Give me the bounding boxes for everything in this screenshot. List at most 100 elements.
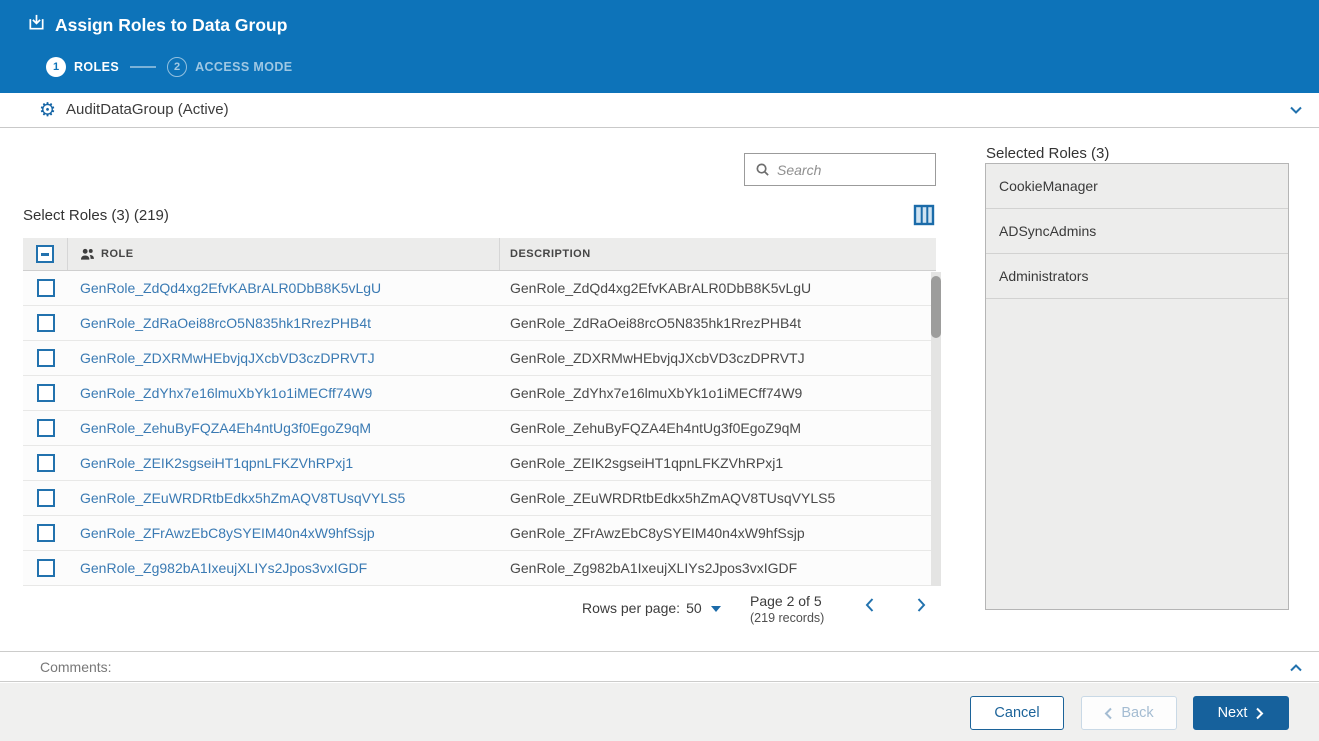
table-header-row: ROLE DESCRIPTION [23, 238, 936, 271]
row-checkbox-cell [23, 314, 68, 332]
table-row: GenRole_ZEuWRDRtbEdkx5hZmAQV8TUsqVYLS5 G… [23, 481, 936, 516]
role-description: GenRole_ZDXRMwHEbvjqJXcbVD3czDPRVTJ [500, 350, 936, 366]
role-link[interactable]: GenRole_ZehuByFQZA4Eh4ntUg3f0EgoZ9qM [68, 420, 500, 436]
row-checkbox-cell [23, 524, 68, 542]
role-link[interactable]: GenRole_ZDXRMwHEbvjqJXcbVD3czDPRVTJ [68, 350, 500, 366]
role-link[interactable]: GenRole_ZdRaOei88rcO5N835hk1RrezPHB4t [68, 315, 500, 331]
table-row: GenRole_ZDXRMwHEbvjqJXcbVD3czDPRVTJ GenR… [23, 341, 936, 376]
table-row: GenRole_ZEIK2sgseiHT1qpnLFKZVhRPxj1 GenR… [23, 446, 936, 481]
header-checkbox-cell [23, 238, 68, 270]
data-group-name: AuditDataGroup (Active) [66, 101, 229, 118]
back-button[interactable]: Back [1081, 696, 1177, 730]
search-icon [755, 162, 770, 177]
assign-roles-dialog: Assign Roles to Data Group 1 ROLES 2 ACC… [0, 0, 1319, 741]
description-header-label: DESCRIPTION [510, 248, 591, 260]
page-label: Page 2 of 5 [750, 593, 824, 609]
role-link[interactable]: GenRole_ZEIK2sgseiHT1qpnLFKZVhRPxj1 [68, 455, 500, 471]
dialog-footer: Cancel Back Next [0, 683, 1319, 741]
role-header-label: ROLE [101, 248, 134, 260]
back-label: Back [1121, 705, 1153, 721]
row-checkbox-cell [23, 489, 68, 507]
step-1-circle: 1 [46, 57, 66, 77]
assign-roles-icon [27, 13, 46, 37]
role-column-header[interactable]: ROLE [68, 238, 500, 270]
table-scrollbar-track[interactable] [931, 272, 941, 586]
role-link[interactable]: GenRole_ZdYhx7e16lmuXbYk1o1iMECff74W9 [68, 385, 500, 401]
select-all-checkbox[interactable] [36, 245, 54, 263]
group-status-text: (Active) [178, 101, 229, 118]
description-column-header[interactable]: DESCRIPTION [500, 238, 936, 270]
role-description: GenRole_ZEuWRDRtbEdkx5hZmAQV8TUsqVYLS5 [500, 490, 936, 506]
role-description: GenRole_ZdYhx7e16lmuXbYk1o1iMECff74W9 [500, 385, 936, 401]
role-link[interactable]: GenRole_ZEuWRDRtbEdkx5hZmAQV8TUsqVYLS5 [68, 490, 500, 506]
row-checkbox-cell [23, 384, 68, 402]
step-2-circle: 2 [167, 57, 187, 77]
role-description: GenRole_ZEIK2sgseiHT1qpnLFKZVhRPxj1 [500, 455, 936, 471]
data-group-context-bar: ⚙ AuditDataGroup (Active) [0, 93, 1319, 128]
role-description: GenRole_Zg982bA1IxeujXLIYs2Jpos3vxIGDF [500, 560, 936, 576]
table-row: GenRole_Zg982bA1IxeujXLIYs2Jpos3vxIGDF G… [23, 551, 936, 586]
role-link[interactable]: GenRole_ZFrAwzEbC8ySYEIM40n4xW9hfSsjp [68, 525, 500, 541]
step-access-mode[interactable]: 2 ACCESS MODE [167, 57, 292, 77]
table-row: GenRole_ZdYhx7e16lmuXbYk1o1iMECff74W9 Ge… [23, 376, 936, 411]
page-info: Page 2 of 5 (219 records) [750, 593, 824, 625]
cancel-label: Cancel [994, 705, 1039, 721]
search-input[interactable] [777, 162, 917, 178]
row-checkbox[interactable] [37, 314, 55, 332]
table-row: GenRole_ZehuByFQZA4Eh4ntUg3f0EgoZ9qM Gen… [23, 411, 936, 446]
row-checkbox[interactable] [37, 384, 55, 402]
page-title-row: Assign Roles to Data Group [27, 13, 287, 37]
roles-table: ROLE DESCRIPTION GenRole_ZdQd4xg2EfvKABr… [23, 238, 936, 586]
next-label: Next [1218, 705, 1248, 721]
rows-per-page-value: 50 [686, 600, 702, 616]
selected-role-item[interactable]: CookieManager [986, 164, 1288, 209]
context-collapse-chevron-down-icon[interactable] [1288, 102, 1304, 123]
page-title: Assign Roles to Data Group [55, 15, 287, 36]
select-roles-title: Select Roles (3) (219) [23, 207, 169, 224]
row-checkbox-cell [23, 279, 68, 297]
selected-roles-title: Selected Roles (3) [986, 145, 1109, 162]
row-checkbox-cell [23, 349, 68, 367]
row-checkbox[interactable] [37, 454, 55, 472]
group-name-text: AuditDataGroup [66, 101, 174, 118]
row-checkbox[interactable] [37, 524, 55, 542]
search-box [744, 153, 936, 186]
row-checkbox[interactable] [37, 279, 55, 297]
table-scrollbar-thumb[interactable] [931, 276, 941, 338]
wizard-header: Assign Roles to Data Group 1 ROLES 2 ACC… [0, 0, 1319, 93]
step-2-label: ACCESS MODE [195, 60, 292, 74]
chevron-right-icon [1255, 707, 1264, 720]
selected-role-item[interactable]: ADSyncAdmins [986, 209, 1288, 254]
role-link[interactable]: GenRole_Zg982bA1IxeujXLIYs2Jpos3vxIGDF [68, 560, 500, 576]
comments-collapse-chevron-up-icon[interactable] [1288, 660, 1304, 681]
gear-icon: ⚙ [39, 100, 56, 120]
role-link[interactable]: GenRole_ZdQd4xg2EfvKABrALR0DbB8K5vLgU [68, 280, 500, 296]
step-roles[interactable]: 1 ROLES [46, 57, 119, 77]
step-1-label: ROLES [74, 60, 119, 74]
step-connector [130, 66, 156, 68]
row-checkbox[interactable] [37, 419, 55, 437]
row-checkbox-cell [23, 559, 68, 577]
comments-label: Comments: [40, 659, 112, 675]
caret-down-icon [711, 606, 721, 612]
selected-role-item[interactable]: Administrators [986, 254, 1288, 299]
row-checkbox[interactable] [37, 349, 55, 367]
column-chooser-button[interactable] [913, 204, 936, 227]
table-row: GenRole_ZFrAwzEbC8ySYEIM40n4xW9hfSsjp Ge… [23, 516, 936, 551]
previous-page-button[interactable] [862, 596, 878, 619]
rows-per-page-label: Rows per page: [582, 600, 680, 616]
role-description: GenRole_ZdRaOei88rcO5N835hk1RrezPHB4t [500, 315, 936, 331]
row-checkbox-cell [23, 419, 68, 437]
cancel-button[interactable]: Cancel [970, 696, 1064, 730]
table-row: GenRole_ZdRaOei88rcO5N835hk1RrezPHB4t Ge… [23, 306, 936, 341]
rows-per-page-dropdown[interactable]: Rows per page: 50 [582, 600, 721, 616]
role-description: GenRole_ZehuByFQZA4Eh4ntUg3f0EgoZ9qM [500, 420, 936, 436]
comments-bar: Comments: [0, 651, 1319, 682]
next-page-button[interactable] [913, 596, 929, 619]
role-description: GenRole_ZFrAwzEbC8ySYEIM40n4xW9hfSsjp [500, 525, 936, 541]
records-label: (219 records) [750, 611, 824, 625]
row-checkbox[interactable] [37, 489, 55, 507]
next-button[interactable]: Next [1193, 696, 1289, 730]
table-body: GenRole_ZdQd4xg2EfvKABrALR0DbB8K5vLgU Ge… [23, 271, 936, 586]
row-checkbox[interactable] [37, 559, 55, 577]
